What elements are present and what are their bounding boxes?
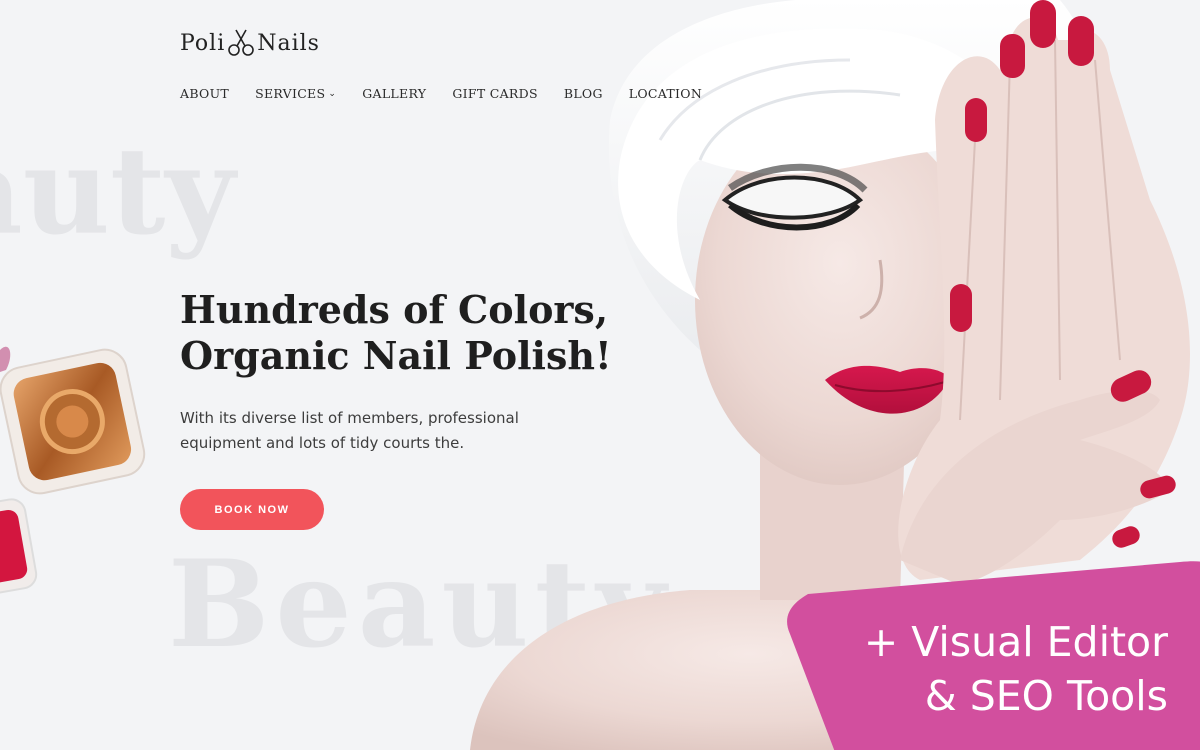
promo-text: + Visual Editor & SEO Tools (864, 615, 1168, 723)
nav-item-services[interactable]: SERVICES ⌄ (255, 86, 336, 101)
promo-line-visual-editor: + Visual Editor (863, 618, 1168, 666)
nav-item-blog[interactable]: BLOG (564, 86, 603, 101)
promo-line-seo-tools: & SEO Tools (924, 672, 1168, 720)
main-nav: ABOUT SERVICES ⌄ GALLERY GIFT CARDS BLOG … (180, 86, 728, 101)
nav-item-location[interactable]: LOCATION (629, 86, 702, 101)
brand-name-right: Nails (257, 30, 320, 56)
scissors-icon (228, 29, 255, 56)
book-now-button[interactable]: BOOK NOW (180, 489, 324, 530)
chevron-down-icon: ⌄ (328, 88, 337, 99)
hero-subtext: With its diverse list of members, profes… (180, 406, 560, 456)
hero-headline-line2: Organic Nail Polish! (180, 333, 612, 378)
hero-headline-line1: Hundreds of Colors, (180, 287, 609, 332)
hero-subtext-line1: With its diverse list of members, profes… (180, 409, 519, 427)
nav-item-about[interactable]: ABOUT (180, 86, 229, 101)
brand-name-left: Poli (180, 30, 226, 56)
nav-item-gallery[interactable]: GALLERY (362, 86, 426, 101)
hero-subtext-line2: equipment and lots of tidy courts the. (180, 434, 465, 452)
hero-headline: Hundreds of Colors, Organic Nail Polish! (180, 287, 660, 379)
nav-item-gift-cards[interactable]: GIFT CARDS (452, 86, 538, 101)
brand-logo[interactable]: Poli Nails (180, 28, 320, 58)
